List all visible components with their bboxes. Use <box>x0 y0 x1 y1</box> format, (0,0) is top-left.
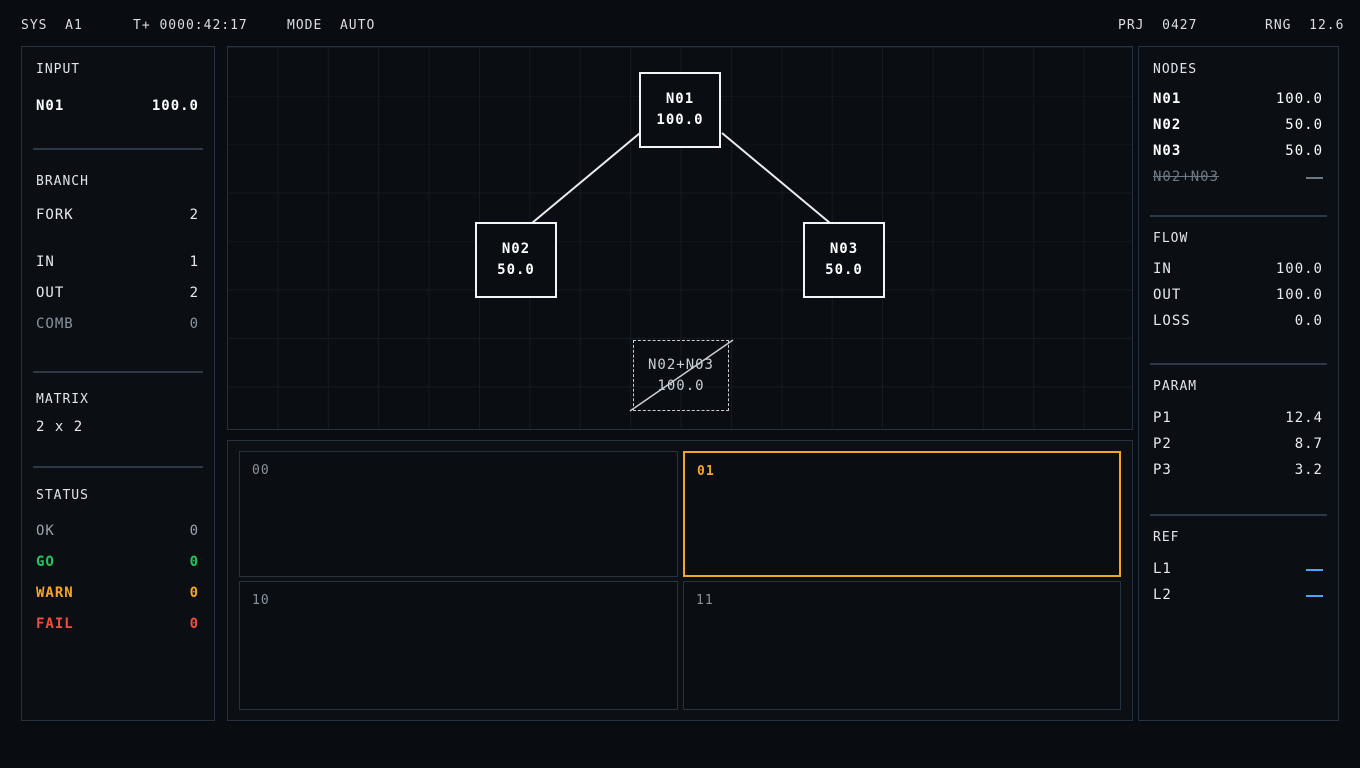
status-row-ok: OK 0 <box>36 523 199 539</box>
branch-row-comb: COMB 0 <box>36 316 199 332</box>
divider <box>33 466 203 468</box>
project-id: PRJ 0427 <box>1118 18 1198 33</box>
graph-canvas[interactable]: N01 100.0 N02 50.0 N03 50.0 N02+N03 100.… <box>227 46 1133 430</box>
range-value: RNG 12.6 <box>1265 18 1345 33</box>
nodes-row-n03: N03 50.0 <box>1153 143 1323 159</box>
node-n01[interactable]: N01 100.0 <box>639 72 721 148</box>
nodes-title: NODES <box>1153 62 1198 77</box>
matrix-cell-01[interactable]: 01 <box>683 451 1121 577</box>
left-panel: INPUT N01 100.0 BRANCH FORK 2 IN 1 OUT 2… <box>21 46 215 721</box>
divider <box>33 371 203 373</box>
divider <box>1150 215 1327 217</box>
divider <box>1150 363 1327 365</box>
flow-row-out: OUT 100.0 <box>1153 287 1323 303</box>
divider <box>1150 514 1327 516</box>
input-row: N01 100.0 <box>36 98 199 114</box>
empty-value-dash <box>1306 177 1323 179</box>
matrix-cell-11[interactable]: 11 <box>683 581 1121 710</box>
ref-title: REF <box>1153 530 1180 545</box>
input-label: N01 <box>36 98 65 114</box>
status-row-warn: WARN 0 <box>36 585 199 601</box>
status-row-fail: FAIL 0 <box>36 616 199 632</box>
ref-row-l1: L1 <box>1153 561 1323 577</box>
divider <box>33 148 203 150</box>
param-row-p2: P2 8.7 <box>1153 436 1323 452</box>
nodes-row-combined: N02+N03 <box>1153 169 1323 185</box>
flow-row-in: IN 100.0 <box>1153 261 1323 277</box>
input-value: 100.0 <box>151 98 199 114</box>
branch-row-in: IN 1 <box>36 254 199 270</box>
flow-title: FLOW <box>1153 231 1189 246</box>
matrix-title: MATRIX <box>36 392 89 407</box>
edge-n01-n02 <box>531 132 641 224</box>
nodes-row-n02: N02 50.0 <box>1153 117 1323 133</box>
flow-row-loss: LOSS 0.0 <box>1153 313 1323 329</box>
system-id: SYS A1 <box>21 18 83 33</box>
ref-line-l1-icon <box>1306 569 1323 571</box>
input-title: INPUT <box>36 62 81 77</box>
node-combined-ghost[interactable]: N02+N03 100.0 <box>633 340 729 411</box>
status-title: STATUS <box>36 488 89 503</box>
status-row-go: GO 0 <box>36 554 199 570</box>
elapsed-time: T+ 0000:42:17 <box>133 18 248 33</box>
node-n02[interactable]: N02 50.0 <box>475 222 557 298</box>
mode-indicator: MODE AUTO <box>287 18 376 33</box>
branch-row-fork: FORK 2 <box>36 207 199 223</box>
edge-n01-n03 <box>721 132 831 224</box>
matrix-cell-00[interactable]: 00 <box>239 451 678 577</box>
matrix-size: 2 x 2 <box>36 419 84 435</box>
branch-title: BRANCH <box>36 174 89 189</box>
param-title: PARAM <box>1153 379 1198 394</box>
branch-row-out: OUT 2 <box>36 285 199 301</box>
node-n03[interactable]: N03 50.0 <box>803 222 885 298</box>
ref-line-l2-icon <box>1306 595 1323 597</box>
matrix-grid: 00 01 10 11 <box>227 440 1133 721</box>
right-panel: NODES N01 100.0 N02 50.0 N03 50.0 N02+N0… <box>1138 46 1339 721</box>
nodes-row-n01: N01 100.0 <box>1153 91 1323 107</box>
ref-row-l2: L2 <box>1153 587 1323 603</box>
param-row-p1: P1 12.4 <box>1153 410 1323 426</box>
param-row-p3: P3 3.2 <box>1153 462 1323 478</box>
top-status-bar: SYS A1 T+ 0000:42:17 MODE AUTO PRJ 0427 … <box>0 0 1360 46</box>
matrix-cell-10[interactable]: 10 <box>239 581 678 710</box>
